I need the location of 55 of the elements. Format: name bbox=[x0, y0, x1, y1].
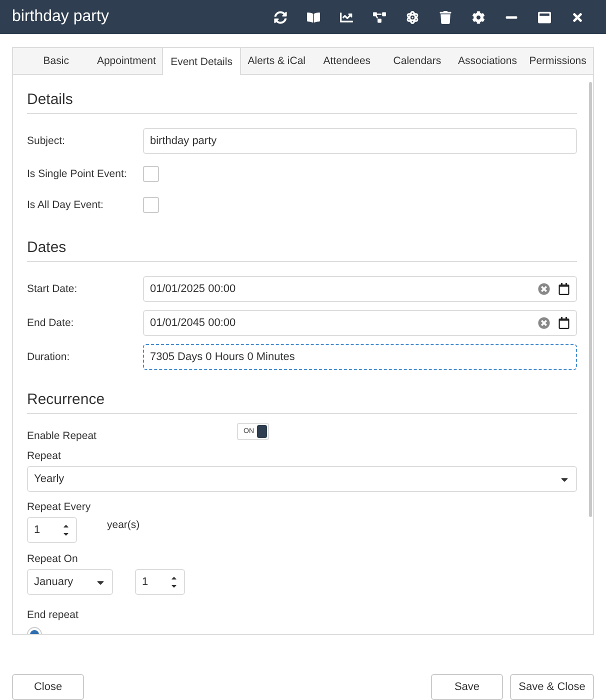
tab[interactable]: Event Details bbox=[162, 48, 242, 75]
repeat-dropdown[interactable]: Yearly bbox=[27, 466, 577, 492]
caret-down-icon[interactable] bbox=[170, 582, 178, 590]
tab[interactable]: Associations bbox=[452, 48, 523, 74]
caret-down-icon[interactable] bbox=[62, 530, 70, 538]
trash-icon bbox=[439, 10, 452, 24]
calendar-icon[interactable] bbox=[558, 283, 570, 295]
field-label: Start Date: bbox=[27, 283, 78, 295]
tab[interactable]: Alerts & iCal bbox=[241, 48, 312, 74]
scrollbar-thumb[interactable] bbox=[589, 82, 592, 517]
tab[interactable]: Basic bbox=[21, 48, 92, 74]
field-label: Repeat On bbox=[27, 553, 79, 565]
duration-field[interactable]: 7305 Days 0 Hours 0 Minutes bbox=[143, 344, 577, 370]
clear-icon[interactable] bbox=[538, 283, 550, 295]
tab[interactable]: Attendees bbox=[312, 48, 382, 74]
maximize-icon bbox=[538, 10, 551, 24]
calendar-icon[interactable] bbox=[558, 317, 570, 329]
clear-icon[interactable] bbox=[538, 317, 550, 329]
save-button[interactable]: Save bbox=[431, 674, 503, 700]
month-dropdown[interactable]: January bbox=[27, 569, 113, 595]
field-label: Repeat Every bbox=[27, 501, 92, 513]
number-field[interactable]: 1 bbox=[135, 569, 185, 595]
section-heading: Details bbox=[27, 91, 577, 114]
field-label: Repeat bbox=[27, 450, 62, 462]
atom-icon bbox=[406, 10, 419, 24]
field-label: Is All Day Event: bbox=[27, 199, 104, 211]
field-label: Duration: bbox=[27, 351, 71, 363]
date-field[interactable]: 01/01/2025 00:00 bbox=[143, 276, 577, 302]
caret-up-icon[interactable] bbox=[62, 522, 70, 530]
close-icon bbox=[571, 10, 584, 24]
date-field[interactable]: 01/01/2045 00:00 bbox=[143, 310, 577, 336]
field-label: Subject: bbox=[27, 135, 66, 147]
settings-icon bbox=[472, 10, 485, 24]
checkbox[interactable] bbox=[143, 197, 159, 213]
chart-icon bbox=[340, 10, 353, 24]
section-heading: Recurrence bbox=[27, 391, 577, 414]
tab[interactable]: Permissions bbox=[522, 48, 593, 74]
save-close-button[interactable]: Save & Close bbox=[510, 674, 594, 700]
section-heading: Dates bbox=[27, 239, 577, 262]
close-button[interactable]: Close bbox=[12, 674, 84, 700]
tab[interactable]: Appointment bbox=[91, 48, 162, 74]
book-icon bbox=[307, 10, 320, 24]
unit-label: year(s) bbox=[107, 519, 140, 531]
caret-up-icon[interactable] bbox=[170, 574, 178, 582]
diagram-icon bbox=[373, 10, 386, 24]
checkbox[interactable] bbox=[143, 166, 159, 182]
field-label: Enable Repeat bbox=[27, 430, 98, 442]
subject-field[interactable]: birthday party bbox=[143, 128, 577, 154]
field-label: End Date: bbox=[27, 317, 75, 329]
field-label: Is Single Point Event: bbox=[27, 168, 128, 180]
field-label: End repeat bbox=[27, 609, 80, 621]
refresh-icon bbox=[274, 10, 287, 24]
window-title: birthday party bbox=[12, 8, 110, 26]
tab[interactable]: Calendars bbox=[382, 48, 452, 74]
number-field[interactable]: 1 bbox=[27, 517, 77, 543]
